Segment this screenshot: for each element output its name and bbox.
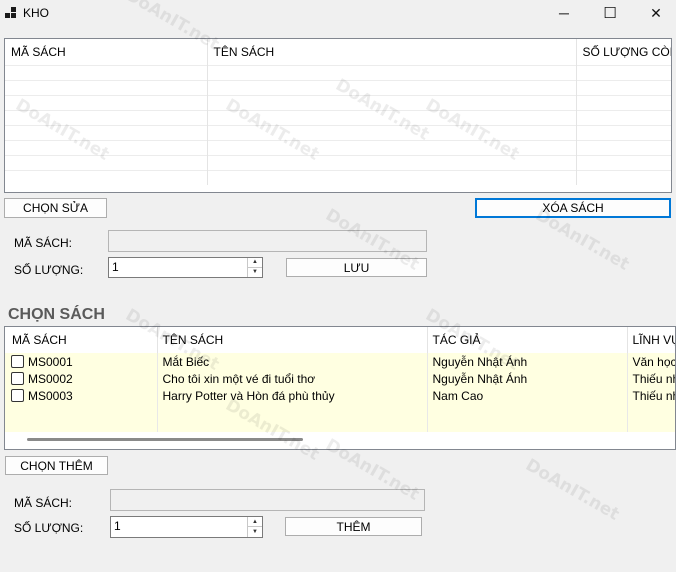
empty-row [5, 139, 671, 155]
row-author: Nguyễn Nhật Ánh [427, 370, 628, 387]
row-field: Thiếu nhi [627, 387, 675, 404]
filler-row [5, 404, 675, 432]
row-checkbox[interactable] [11, 354, 24, 368]
edit-book-id-label: MÃ SÁCH: [14, 236, 73, 250]
close-button[interactable]: ✕ [633, 0, 676, 26]
column-header-author[interactable]: TÁC GIẢ [427, 327, 628, 353]
empty-row [5, 169, 671, 185]
column-header-field[interactable]: LĨNH VỰC [627, 327, 675, 353]
maximize-icon: ☐ [603, 5, 617, 22]
edit-quantity-label: SỐ LƯỢNG: [14, 263, 84, 277]
app-grid-icon [5, 7, 17, 19]
edit-quantity-value: 1 [112, 260, 119, 274]
row-book-id: MS0003 [28, 388, 73, 403]
maximize-button[interactable]: ☐ [587, 0, 633, 26]
empty-row [5, 79, 671, 95]
table-row[interactable]: MS0001 Mắt Biếc Nguyễn Nhật Ánh Văn học [5, 353, 675, 370]
add-quantity-spin[interactable]: ▲ ▼ [247, 517, 262, 537]
inventory-grid[interactable]: MÃ SÁCH TÊN SÁCH SỐ LƯỢNG CÒN LẠI [4, 38, 672, 193]
row-book-name: Harry Potter và Hòn đá phù thủy [157, 387, 428, 404]
title-bar: KHO ─ ☐ ✕ [0, 0, 676, 26]
choose-edit-button[interactable]: CHỌN SỬA [4, 198, 107, 218]
add-quantity-stepper[interactable]: 1 ▲ ▼ [110, 516, 263, 538]
row-field: Thiếu nhi [627, 370, 675, 387]
delete-book-button[interactable]: XÓA SÁCH [475, 198, 671, 218]
row-checkbox[interactable] [11, 388, 24, 402]
column-header-book-name[interactable]: TÊN SÁCH [157, 327, 428, 353]
close-icon: ✕ [650, 4, 662, 21]
spin-down-icon[interactable]: ▼ [248, 527, 262, 537]
empty-row [5, 64, 671, 80]
empty-row [5, 109, 671, 125]
table-row[interactable]: MS0002 Cho tôi xin một vé đi tuổi thơ Ng… [5, 370, 675, 387]
add-book-id-label: MÃ SÁCH: [14, 496, 73, 510]
add-quantity-label: SỐ LƯỢNG: [14, 521, 84, 535]
window-title: KHO [23, 6, 50, 20]
empty-row [5, 94, 671, 110]
row-book-name: Cho tôi xin một vé đi tuổi thơ [157, 370, 428, 387]
column-header-book-name[interactable]: TÊN SÁCH [207, 39, 577, 65]
empty-row [5, 154, 671, 170]
row-field: Văn học [627, 353, 675, 370]
row-book-name: Mắt Biếc [157, 353, 428, 370]
edit-quantity-stepper[interactable]: 1 ▲ ▼ [108, 257, 263, 278]
spin-up-icon[interactable]: ▲ [248, 517, 262, 527]
row-book-id: MS0002 [28, 371, 73, 386]
column-header-book-id[interactable]: MÃ SÁCH [5, 39, 208, 65]
minimize-icon: ─ [559, 5, 569, 21]
row-checkbox[interactable] [11, 371, 24, 385]
add-book-id-field[interactable] [110, 489, 425, 511]
row-author: Nguyễn Nhật Ánh [427, 353, 628, 370]
minimize-button[interactable]: ─ [541, 0, 587, 26]
column-header-book-id[interactable]: MÃ SÁCH [5, 327, 158, 353]
save-button[interactable]: LƯU [286, 258, 427, 277]
add-button[interactable]: THÊM [285, 517, 422, 536]
row-book-id: MS0001 [28, 354, 73, 369]
add-quantity-value: 1 [114, 519, 121, 533]
row-author: Nam Cao [427, 387, 628, 404]
column-header-remaining[interactable]: SỐ LƯỢNG CÒN LẠI [576, 39, 671, 65]
empty-row [5, 124, 671, 140]
table-row[interactable]: MS0003 Harry Potter và Hòn đá phù thủy N… [5, 387, 675, 404]
watermark-logo: DoAnIT.net [522, 455, 623, 525]
horizontal-scrollbar[interactable] [27, 438, 303, 441]
section-title-choose-book: CHỌN SÁCH [8, 306, 105, 323]
edit-quantity-spin[interactable]: ▲ ▼ [247, 258, 262, 277]
edit-book-id-field[interactable] [108, 230, 427, 252]
choose-add-button[interactable]: CHỌN THÊM [5, 456, 108, 475]
spin-up-icon[interactable]: ▲ [248, 258, 262, 268]
spin-down-icon[interactable]: ▼ [248, 268, 262, 278]
book-grid[interactable]: MÃ SÁCH TÊN SÁCH TÁC GIẢ LĨNH VỰC MS0001… [4, 326, 676, 450]
